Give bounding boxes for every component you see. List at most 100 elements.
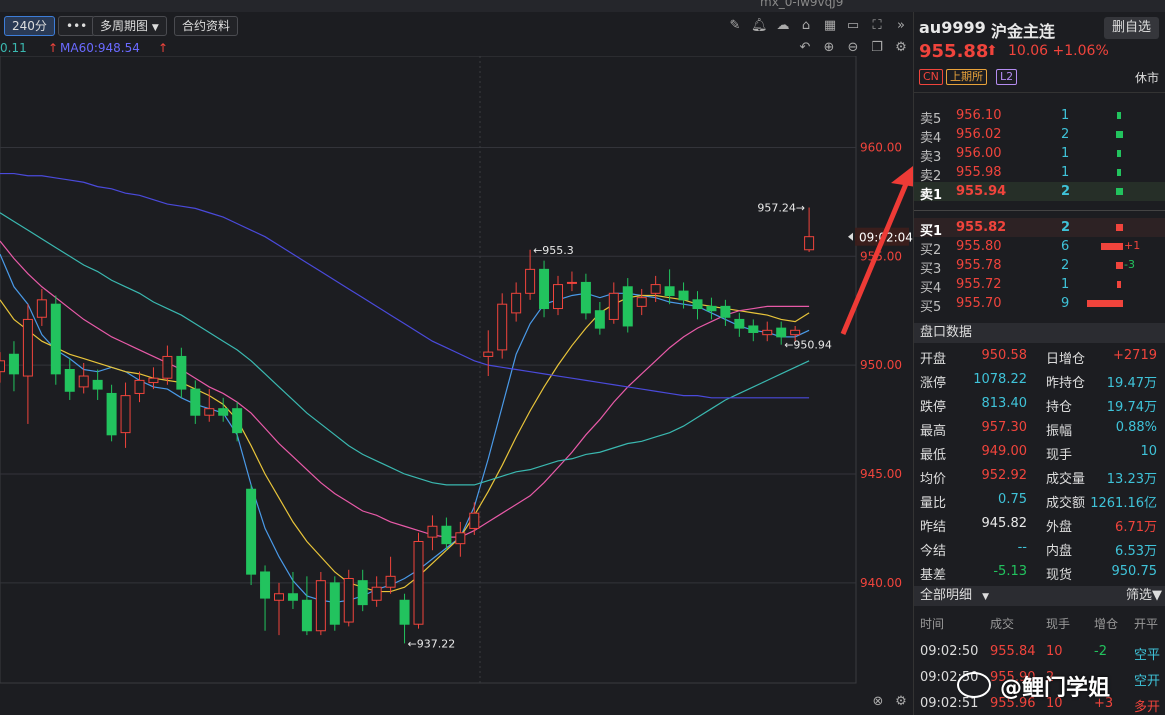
candle-body — [539, 268, 550, 310]
remove-watchlist-button[interactable]: 删自选 — [1103, 17, 1159, 39]
trade-time: 09:02:51 — [920, 696, 979, 711]
bid-price: 955.72 — [956, 277, 1002, 292]
ask-row[interactable]: 卖4 956.02 2 — [914, 125, 1165, 146]
zoom-out-icon[interactable]: ⊖ — [845, 40, 861, 56]
undo-icon[interactable]: ↶ — [797, 40, 813, 56]
candle-body — [190, 388, 201, 416]
candle-body — [287, 593, 298, 601]
settings-icon[interactable]: ⚙ — [893, 694, 909, 710]
zoom-in-icon[interactable]: ⊕ — [821, 40, 837, 56]
bid-volume: 6 — [1061, 239, 1070, 254]
watermark: @鲤门学姐 — [1000, 676, 1111, 701]
data-value: 0.88% — [1115, 420, 1157, 435]
price-annotation: ←955.3 — [533, 244, 574, 257]
filter-icon: ▼ — [1152, 588, 1162, 603]
window-icon[interactable]: ▭ — [845, 18, 861, 34]
multi-period-button[interactable]: 多周期图 ▼ — [92, 16, 167, 36]
data-label: 均价 — [920, 472, 947, 487]
price-change: 10.06 +1.06% — [1008, 43, 1109, 59]
y-tick-label: 945.00 — [860, 467, 902, 481]
market-data-header: 盘口数据 — [914, 323, 1165, 343]
settings-icon[interactable]: ⚙ — [893, 40, 909, 56]
data-label: 最低 — [920, 448, 947, 463]
candle-body — [636, 297, 647, 307]
market-status: 休市 — [1134, 71, 1159, 85]
bid-row[interactable]: 买3 955.78 2 -3 — [914, 256, 1165, 277]
ask-volume: 2 — [1061, 184, 1071, 199]
bid-row[interactable]: 买5 955.70 9 — [914, 294, 1165, 315]
data-label: 外盘 — [1046, 520, 1073, 535]
data-label: 现手 — [1046, 448, 1073, 463]
quote-panel: au9999 沪金主连 删自选 955.88 ⬆ 10.06 +1.06% CN… — [913, 12, 1165, 715]
ask-row[interactable]: 卖2 955.98 1 — [914, 163, 1165, 184]
cloud-icon[interactable]: ☁ — [775, 18, 791, 34]
weibo-logo-icon — [957, 672, 991, 698]
price-annotation: ←950.94 — [784, 339, 832, 352]
candle-body — [692, 299, 703, 310]
candlestick-chart[interactable]: 957.24→ ←955.3 ←950.94 ←937.22 960.00 955.00… — [0, 56, 913, 715]
trade-type: 空开 — [1134, 674, 1161, 689]
candle-body — [580, 281, 591, 314]
chevron-down-icon[interactable]: ▼ — [982, 592, 989, 602]
data-label: 最高 — [920, 424, 947, 439]
data-label: 昨持仓 — [1046, 376, 1086, 391]
fullscreen-icon[interactable]: ⛶ — [869, 18, 885, 34]
data-value: 13.23万 — [1106, 472, 1157, 487]
bid-row[interactable]: 买2 955.80 6 +1 — [914, 237, 1165, 258]
collapse-right-icon[interactable]: » — [893, 18, 909, 34]
candle-body — [469, 512, 480, 529]
candle-body — [427, 525, 438, 538]
ask-row[interactable]: 卖3 956.00 1 — [914, 144, 1165, 165]
candle-body — [106, 392, 117, 436]
candle-body — [399, 599, 410, 625]
close-circle-icon[interactable]: ⊗ — [870, 694, 886, 710]
market-data-title: 盘口数据 — [920, 325, 973, 340]
copy-icon[interactable]: ❐ — [869, 40, 885, 56]
trades-column-header: 增仓 — [1094, 617, 1119, 631]
y-tick-label: 950.00 — [860, 358, 902, 372]
candle-body — [134, 379, 145, 394]
ask-row[interactable]: 卖1 955.94 2 — [914, 182, 1165, 203]
filter-button[interactable]: 筛选▼ — [1126, 586, 1162, 606]
more-button[interactable]: ••• — [58, 16, 96, 36]
grid-layout-icon[interactable]: ▦ — [822, 18, 838, 34]
candle-body — [218, 408, 229, 416]
candle-body — [329, 582, 340, 625]
ask-row[interactable]: 卖5 956.10 1 — [914, 106, 1165, 127]
trade-row[interactable]: 09:02:50 955.84 10 -2 空平 — [914, 640, 1165, 664]
data-value: 950.75 — [1111, 564, 1158, 579]
bell-icon[interactable]: 🔔︎ — [751, 18, 768, 34]
filter-label: 筛选 — [1125, 588, 1152, 603]
candle-body — [357, 580, 368, 606]
trades-column-header: 开平 — [1134, 617, 1159, 631]
trades-title[interactable]: 全部明细 — [920, 588, 972, 603]
candle-body — [8, 353, 19, 375]
candle-body — [36, 299, 47, 318]
data-value: -5.13 — [993, 564, 1027, 579]
ask-volume-bar — [1117, 169, 1121, 176]
change-value: 10.06 — [1008, 43, 1049, 59]
period-240-button[interactable]: 240分 — [4, 16, 55, 36]
data-value: 6.53万 — [1115, 544, 1157, 559]
up-arrow-icon: ↑ — [158, 41, 169, 55]
candle-body — [776, 327, 787, 338]
bid-row[interactable]: 买1 955.82 2 — [914, 218, 1165, 239]
bid-row[interactable]: 买4 955.72 1 — [914, 275, 1165, 296]
tag-cn: CN — [919, 69, 943, 85]
price-pointer-icon — [848, 232, 853, 241]
chart-toolbar: 240分 ••• 多周期图 ▼ 合约资料 ✎ 🔔︎ ☁ ⌂ ▦ ▭ ⛶ » ↶ … — [0, 12, 913, 55]
candle-body — [678, 290, 689, 301]
contract-info-button[interactable]: 合约资料 — [174, 16, 239, 36]
price-up-icon: ⬆ — [986, 43, 998, 59]
data-label: 成交量 — [1046, 472, 1086, 487]
camera-icon[interactable]: ⌂ — [798, 18, 814, 34]
candle-body — [371, 586, 382, 601]
data-value: 1078.22 — [973, 372, 1027, 387]
window-title-partial: mx_0-iw9vqJ9 — [760, 0, 844, 9]
data-value: 950.58 — [981, 348, 1028, 363]
data-value: 949.00 — [981, 444, 1028, 459]
price-annotation: 957.24→ — [757, 202, 805, 215]
draw-pen-icon[interactable]: ✎ — [727, 18, 743, 34]
candle-body — [566, 281, 577, 284]
bid-volume-bar — [1087, 300, 1123, 307]
